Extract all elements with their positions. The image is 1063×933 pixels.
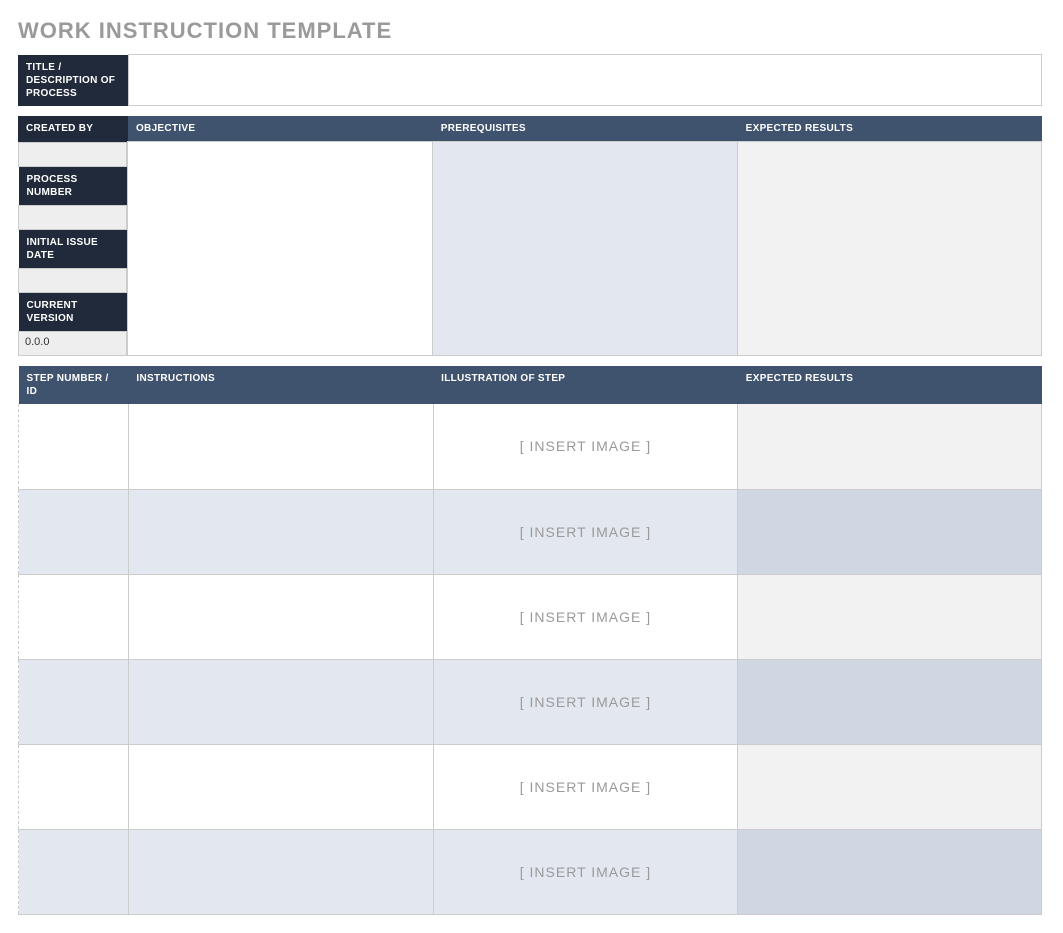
initial-issue-date-input[interactable] (19, 268, 127, 292)
step-expected-input[interactable] (738, 744, 1042, 829)
step-instructions-input[interactable] (128, 489, 433, 574)
steps-table: STEP NUMBER / ID INSTRUCTIONS ILLUSTRATI… (18, 366, 1042, 915)
instructions-header: INSTRUCTIONS (128, 366, 433, 404)
current-version-label: CURRENT VERSION (19, 292, 127, 331)
prerequisites-header: PREREQUISITES (433, 116, 738, 142)
step-expected-input[interactable] (738, 404, 1042, 489)
insert-image-placeholder: [ INSERT IMAGE ] (434, 575, 738, 659)
step-id-input[interactable] (19, 744, 129, 829)
insert-image-placeholder: [ INSERT IMAGE ] (434, 490, 738, 574)
step-row: [ INSERT IMAGE ] (19, 489, 1042, 574)
step-illustration-cell[interactable]: [ INSERT IMAGE ] (433, 574, 738, 659)
step-instructions-input[interactable] (128, 574, 433, 659)
title-description-label: TITLE / DESCRIPTION OF PROCESS (18, 55, 128, 106)
step-row: [ INSERT IMAGE ] (19, 404, 1042, 489)
step-row: [ INSERT IMAGE ] (19, 574, 1042, 659)
step-id-header: STEP NUMBER / ID (19, 366, 129, 404)
insert-image-placeholder: [ INSERT IMAGE ] (434, 404, 738, 489)
insert-image-placeholder: [ INSERT IMAGE ] (434, 660, 738, 744)
step-illustration-cell[interactable]: [ INSERT IMAGE ] (433, 404, 738, 489)
expected-results-input[interactable] (738, 142, 1042, 356)
step-instructions-input[interactable] (128, 744, 433, 829)
process-number-label: PROCESS NUMBER (19, 166, 127, 205)
step-id-input[interactable] (19, 659, 129, 744)
step-id-input[interactable] (19, 489, 129, 574)
step-id-input[interactable] (19, 829, 129, 914)
page-title: WORK INSTRUCTION TEMPLATE (18, 18, 1045, 44)
step-expected-header: EXPECTED RESULTS (738, 366, 1042, 404)
title-description-table: TITLE / DESCRIPTION OF PROCESS (18, 54, 1042, 106)
step-illustration-cell[interactable]: [ INSERT IMAGE ] (433, 744, 738, 829)
meta-table: CREATED BY OBJECTIVE PREREQUISITES EXPEC… (18, 116, 1042, 356)
step-instructions-input[interactable] (128, 829, 433, 914)
step-expected-input[interactable] (738, 574, 1042, 659)
step-id-input[interactable] (19, 574, 129, 659)
step-row: [ INSERT IMAGE ] (19, 744, 1042, 829)
title-description-input[interactable] (128, 55, 1042, 106)
created-by-label: CREATED BY (18, 116, 128, 142)
insert-image-placeholder: [ INSERT IMAGE ] (434, 745, 738, 829)
objective-header: OBJECTIVE (128, 116, 433, 142)
created-by-input[interactable] (19, 142, 127, 166)
step-illustration-cell[interactable]: [ INSERT IMAGE ] (433, 829, 738, 914)
step-expected-input[interactable] (738, 659, 1042, 744)
prerequisites-input[interactable] (433, 142, 738, 356)
step-illustration-cell[interactable]: [ INSERT IMAGE ] (433, 489, 738, 574)
expected-results-header: EXPECTED RESULTS (738, 116, 1042, 142)
step-id-input[interactable] (19, 404, 129, 489)
objective-input[interactable] (128, 142, 433, 356)
step-row: [ INSERT IMAGE ] (19, 829, 1042, 914)
step-instructions-input[interactable] (128, 404, 433, 489)
step-expected-input[interactable] (738, 489, 1042, 574)
process-number-input[interactable] (19, 205, 127, 229)
initial-issue-date-label: INITIAL ISSUE DATE (19, 229, 127, 268)
step-illustration-cell[interactable]: [ INSERT IMAGE ] (433, 659, 738, 744)
step-instructions-input[interactable] (128, 659, 433, 744)
insert-image-placeholder: [ INSERT IMAGE ] (434, 830, 738, 914)
current-version-input[interactable]: 0.0.0 (19, 331, 127, 355)
step-expected-input[interactable] (738, 829, 1042, 914)
step-row: [ INSERT IMAGE ] (19, 659, 1042, 744)
illustration-header: ILLUSTRATION OF STEP (433, 366, 738, 404)
